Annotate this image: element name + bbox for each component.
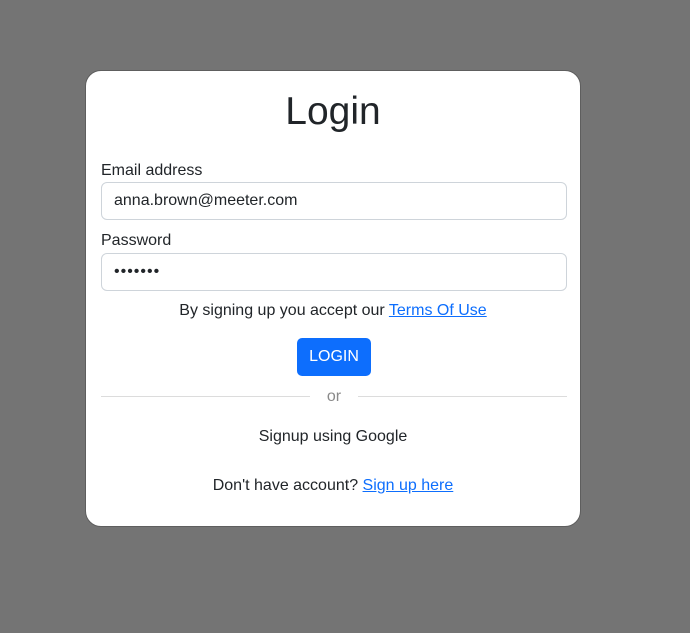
- terms-text: By signing up you accept our Terms Of Us…: [86, 301, 580, 321]
- divider-line-left: [101, 396, 310, 397]
- email-label: Email address: [101, 162, 203, 179]
- signup-prefix: Don't have account?: [212, 477, 363, 494]
- password-field[interactable]: [101, 253, 567, 291]
- page-title: Login: [285, 90, 381, 133]
- google-signup-button[interactable]: Signup using Google: [86, 427, 580, 447]
- login-card: Login Email address Password By signing …: [85, 70, 581, 527]
- email-field[interactable]: [101, 182, 567, 220]
- terms-of-use-link[interactable]: Terms Of Use: [389, 302, 487, 319]
- terms-prefix: By signing up you accept our: [179, 302, 389, 319]
- signup-text: Don't have account? Sign up here: [86, 476, 580, 496]
- divider-or: or: [326, 388, 342, 405]
- login-button[interactable]: LOGIN: [297, 338, 371, 376]
- sign-up-link[interactable]: Sign up here: [363, 477, 454, 494]
- divider-line-right: [358, 396, 567, 397]
- password-label: Password: [101, 232, 172, 249]
